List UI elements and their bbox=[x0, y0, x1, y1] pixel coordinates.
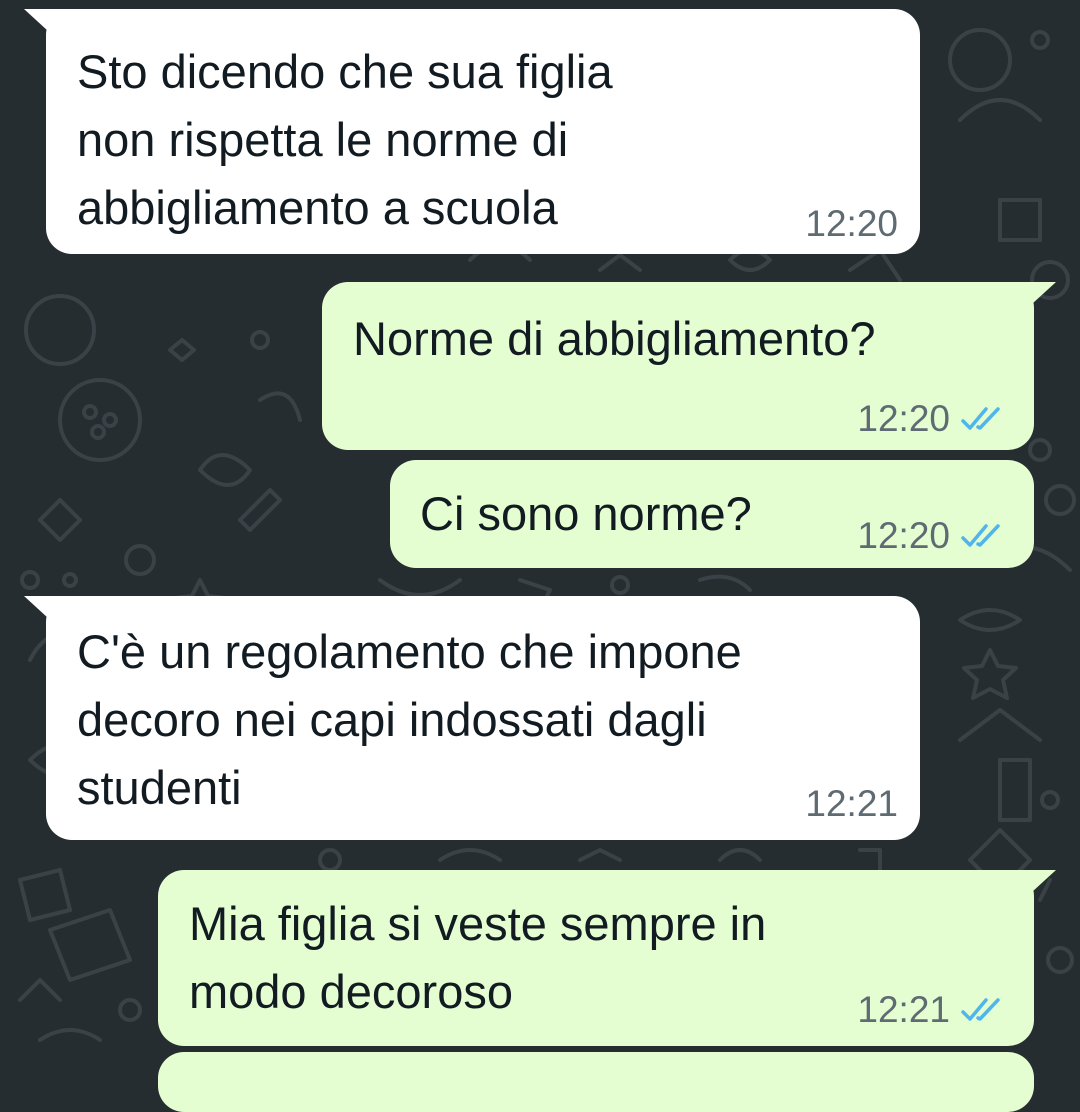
message-bubble-incoming[interactable]: Sto dicendo che sua figlia non rispetta … bbox=[24, 9, 920, 254]
message-timestamp-row: 12:20 bbox=[857, 399, 1004, 439]
message-bubble-incoming[interactable]: C'è un regolamento che impone decoro nei… bbox=[24, 596, 920, 840]
message-bubble-outgoing[interactable]: Mia figlia si veste sempre in modo decor… bbox=[158, 870, 1056, 1046]
message-text: C'è un regolamento che impone decoro nei… bbox=[77, 625, 742, 814]
double-check-icon bbox=[961, 524, 1000, 547]
message-bubble-outgoing-partial[interactable] bbox=[158, 1052, 1034, 1112]
bubble-tail bbox=[1008, 870, 1056, 914]
message-text: Sto dicendo che sua figlia non rispetta … bbox=[77, 45, 613, 234]
bubble-tail bbox=[1008, 282, 1056, 326]
message-time: 12:21 bbox=[857, 989, 950, 1030]
bubble-tail bbox=[24, 596, 72, 640]
bubble-tail bbox=[24, 9, 72, 53]
message-bubble-outgoing[interactable]: Ci sono norme? 12:20 bbox=[390, 460, 1034, 568]
message-text: Ci sono norme? bbox=[420, 487, 752, 540]
message-timestamp-row: 12:20 bbox=[805, 204, 898, 244]
message-time: 12:20 bbox=[857, 515, 950, 556]
message-text: Mia figlia si veste sempre in modo decor… bbox=[189, 897, 767, 1018]
message-bubble-outgoing[interactable]: Norme di abbigliamento? 12:20 bbox=[322, 282, 1056, 450]
message-time: 12:21 bbox=[805, 783, 898, 824]
message-text: Norme di abbigliamento? bbox=[353, 312, 876, 365]
message-timestamp-row: 12:21 bbox=[805, 784, 898, 824]
double-check-icon bbox=[961, 998, 1000, 1021]
double-check-icon bbox=[961, 407, 1000, 430]
message-timestamp-row: 12:21 bbox=[857, 990, 1004, 1030]
message-time: 12:20 bbox=[805, 203, 898, 244]
message-timestamp-row: 12:20 bbox=[857, 516, 1004, 556]
message-time: 12:20 bbox=[857, 398, 950, 439]
